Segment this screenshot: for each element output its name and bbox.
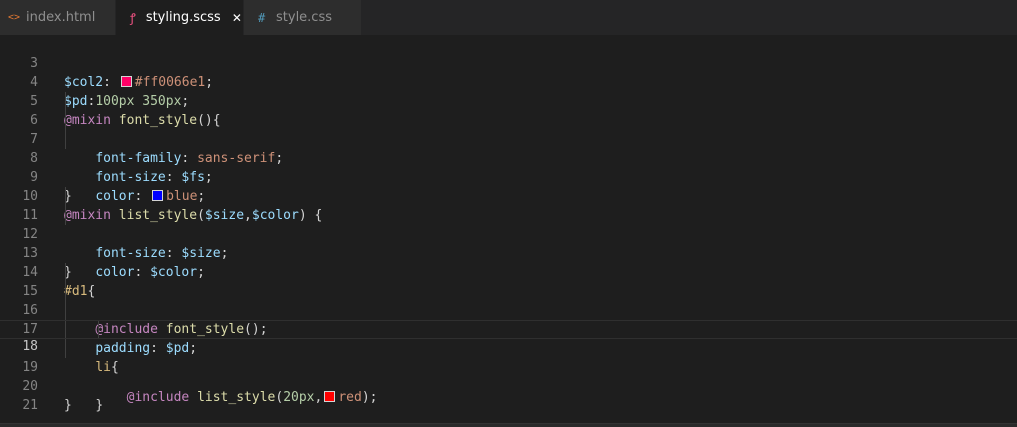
code-editor: <> index.html ꝭ styling.scss ✕ # style.c… bbox=[0, 0, 1017, 427]
code-line: 19 } bbox=[0, 339, 1017, 413]
indent-guide bbox=[65, 301, 66, 320]
code-line: 10 @mixin list_style($size,$color) { bbox=[0, 168, 1017, 223]
tab-label: index.html bbox=[26, 10, 96, 25]
line-text: } bbox=[64, 398, 72, 413]
code-line: 15 @include font_style(); bbox=[0, 263, 1017, 337]
code-line: 21 bbox=[0, 377, 1017, 413]
panel-border bbox=[0, 423, 1017, 427]
indent-guide bbox=[65, 282, 66, 301]
code-area[interactable]: 3 $col2: #ff0066e1; 4 $pd:100px 350px; 5… bbox=[0, 35, 1017, 423]
tab-style-css[interactable]: # style.css bbox=[244, 0, 362, 35]
code-line: 5 @mixin font_style(){ bbox=[0, 73, 1017, 128]
indent-guide bbox=[65, 187, 66, 206]
code-line: 13 } bbox=[0, 225, 1017, 280]
code-line: 7 font-size: $fs; bbox=[0, 111, 1017, 185]
code-line: 14 #d1{ bbox=[0, 244, 1017, 299]
punctuation-token: } bbox=[95, 398, 104, 413]
tab-bar: <> index.html ꝭ styling.scss ✕ # style.c… bbox=[0, 0, 1017, 35]
code-line: 20 } bbox=[0, 358, 1017, 413]
code-line: 8 color: blue; bbox=[0, 130, 1017, 204]
tab-styling-scss[interactable]: ꝭ styling.scss ✕ bbox=[116, 0, 244, 35]
line-number: 21 bbox=[22, 398, 38, 413]
code-line: 11 font-size: $size; bbox=[0, 187, 1017, 261]
code-line: 9 } bbox=[0, 149, 1017, 204]
code-line: 6 font-family: sans-serif; bbox=[0, 92, 1017, 166]
tab-label: style.css bbox=[276, 10, 332, 25]
code-line: 12 color: $color; bbox=[0, 206, 1017, 280]
close-icon[interactable]: ✕ bbox=[231, 11, 243, 25]
code-line: 3 $col2: #ff0066e1; bbox=[0, 35, 1017, 90]
indent-guide bbox=[65, 339, 66, 358]
html-icon: <> bbox=[8, 12, 21, 23]
indent-guide bbox=[65, 130, 66, 149]
code-line: 4 $pd:100px 350px; bbox=[0, 54, 1017, 109]
code-line: 16 padding: $pd; bbox=[0, 282, 1017, 356]
sass-icon: ꝭ bbox=[130, 11, 136, 25]
tab-index-html[interactable]: <> index.html bbox=[0, 0, 116, 35]
indent-guide bbox=[98, 321, 99, 338]
code-line: 17 li{ bbox=[0, 301, 1017, 375]
tab-label: styling.scss bbox=[145, 10, 221, 25]
code-line-current: 18 @include list_style(20px, red); bbox=[0, 320, 1017, 405]
indent-guide bbox=[65, 92, 66, 111]
indent-guide bbox=[65, 206, 66, 225]
indent-guide bbox=[65, 111, 66, 130]
css-icon: # bbox=[258, 10, 266, 25]
indent-guide bbox=[65, 321, 66, 338]
indent-guide bbox=[65, 263, 66, 282]
